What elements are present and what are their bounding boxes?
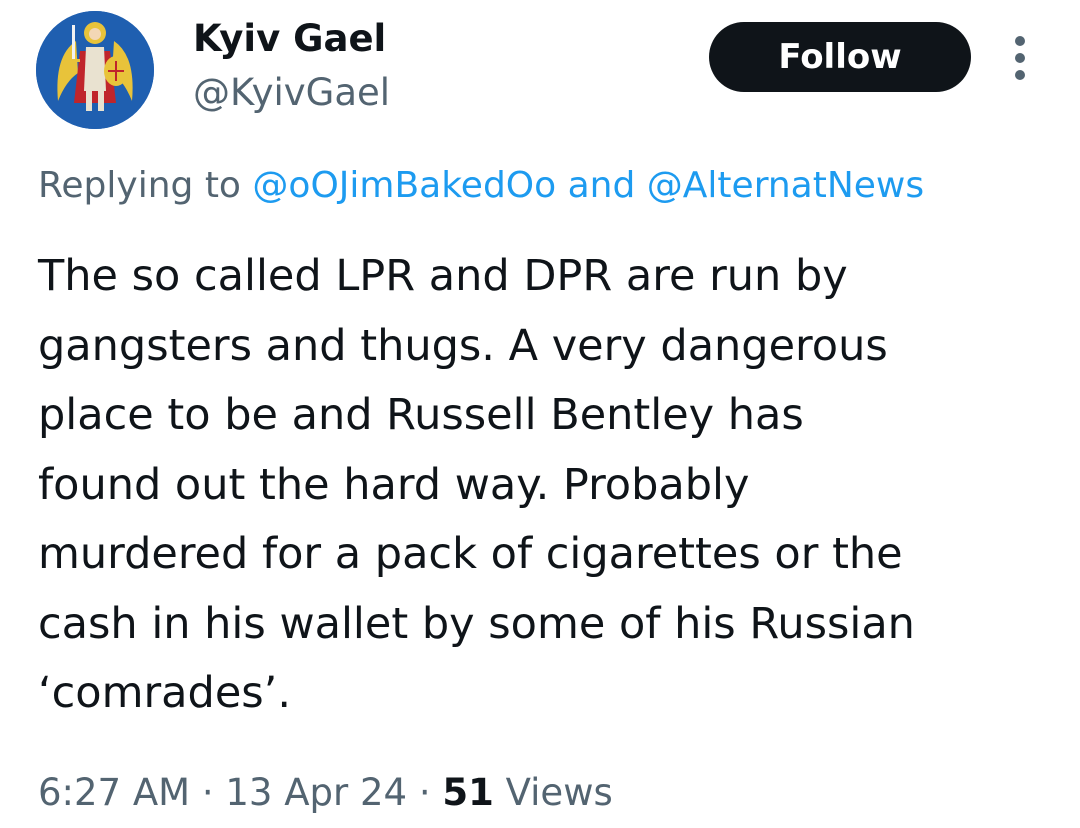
more-dot: [1015, 70, 1025, 80]
views-count[interactable]: 51: [442, 771, 494, 814]
follow-button[interactable]: Follow: [709, 22, 971, 92]
replying-to: Replying to @oOJimBakedOo and @AlternatN…: [38, 164, 924, 208]
tweet-text-line: found out the hard way. Probably: [38, 459, 750, 510]
more-options-icon[interactable]: [1006, 36, 1034, 80]
author-display-name[interactable]: Kyiv Gael: [193, 17, 386, 61]
more-dot: [1015, 36, 1025, 46]
tweet-text: The so called LPR and DPR are run by gan…: [38, 242, 1058, 729]
tweet-text-line: The so called LPR and DPR are run by: [38, 251, 848, 301]
mention-separator[interactable]: and: [568, 165, 636, 206]
tweet-text-line: gangsters and thugs. A very dangerous: [38, 320, 888, 371]
meta-separator: ·: [201, 771, 214, 814]
avatar[interactable]: [36, 11, 154, 129]
tweet-text-line: cash in his wallet by some of his Russia…: [38, 598, 915, 649]
tweet-text-line: place to be and Russell Bentley has: [38, 390, 804, 440]
mention-link[interactable]: @AlternatNews: [647, 165, 924, 206]
mention-link[interactable]: @oOJimBakedOo: [252, 165, 556, 206]
views-label: Views: [505, 771, 613, 814]
archangel-michael-coat-of-arms-icon: [36, 11, 154, 129]
replying-to-label: Replying to: [38, 165, 241, 206]
author-handle[interactable]: @KyivGael: [193, 71, 390, 115]
tweet-date[interactable]: 13 Apr 24: [225, 771, 407, 814]
tweet-time[interactable]: 6:27 AM: [38, 771, 190, 814]
more-dot: [1015, 53, 1025, 63]
tweet-header: Kyiv Gael @KyivGael Follow: [0, 0, 1080, 150]
tweet-text-line: ‘comrades’.: [38, 668, 292, 718]
tweet-text-line: murdered for a pack of cigarettes or the: [38, 529, 903, 579]
tweet-meta: 6:27 AM · 13 Apr 24 · 51 Views: [38, 768, 613, 818]
meta-separator: ·: [418, 771, 431, 814]
